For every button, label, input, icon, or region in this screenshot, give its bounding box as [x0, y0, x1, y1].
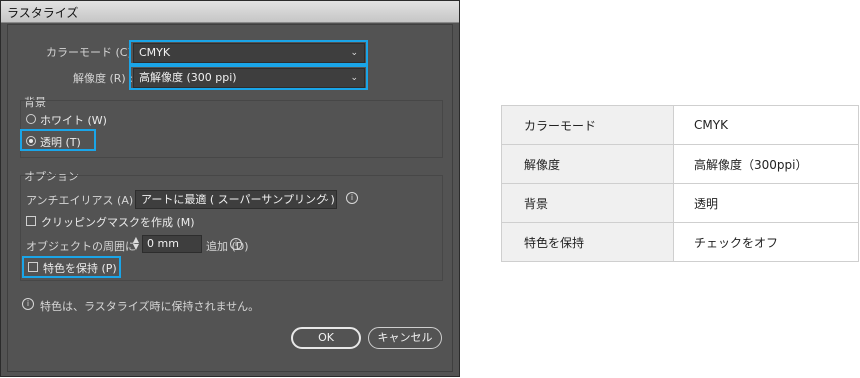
- table-key: カラーモード: [501, 105, 674, 145]
- info-icon: i: [22, 298, 34, 310]
- resolution-label: 解像度 (R) :: [73, 72, 133, 85]
- cancel-button[interactable]: キャンセル: [368, 327, 442, 349]
- table-key: 特色を保持: [501, 222, 674, 262]
- table-value: チェックをオフ: [673, 222, 859, 262]
- table-key: 背景: [501, 183, 674, 223]
- table-row: 解像度 高解像度（300ppi）: [501, 144, 859, 184]
- info-icon[interactable]: i: [230, 238, 242, 250]
- resolution-highlight: [129, 65, 368, 90]
- table-value: CMYK: [673, 105, 859, 145]
- stepper-arrows-icon[interactable]: ▲ ▼: [132, 236, 140, 251]
- antialias-select[interactable]: アートに最適 ( スーパーサンプリング ) ⌄: [135, 190, 337, 209]
- ok-button[interactable]: OK: [291, 327, 361, 349]
- padding-value: 0 mm: [147, 237, 179, 250]
- dialog-body: カラーモード (C) : CMYK ⌄ 解像度 (R) : 高解像度 (300 …: [7, 24, 453, 372]
- chevron-down-icon: ⌄: [322, 194, 330, 204]
- transparent-highlight: [20, 129, 96, 151]
- rasterize-dialog: ラスタライズ カラーモード (C) : CMYK ⌄ 解像度 (R) : 高解像…: [0, 0, 460, 377]
- clipping-mask-checkbox[interactable]: [26, 216, 36, 226]
- padding-suffix: 追加 (D): [206, 240, 249, 253]
- title-bar[interactable]: ラスタライズ: [1, 1, 459, 23]
- padding-label: オブジェクトの周囲に: [26, 240, 136, 253]
- table-key: 解像度: [501, 144, 674, 184]
- table-value: 高解像度（300ppi）: [673, 144, 859, 184]
- color-mode-highlight: [129, 40, 368, 65]
- color-mode-label: カラーモード (C) :: [46, 46, 139, 59]
- white-radio[interactable]: [26, 114, 36, 124]
- antialias-label: アンチエイリアス (A) :: [26, 194, 141, 207]
- padding-input[interactable]: 0 mm: [142, 235, 202, 253]
- spot-note: 特色は、ラスタライズ時に保持されません。: [40, 300, 260, 313]
- settings-table: カラーモード CMYK 解像度 高解像度（300ppi） 背景 透明 特色を保持…: [501, 105, 859, 262]
- info-icon[interactable]: i: [346, 192, 358, 204]
- table-row: 特色を保持 チェックをオフ: [501, 222, 859, 262]
- antialias-value: アートに最適 ( スーパーサンプリング ): [141, 193, 335, 206]
- table-row: 背景 透明: [501, 183, 859, 223]
- dialog-title: ラスタライズ: [7, 6, 79, 20]
- keep-spot-highlight: [22, 256, 121, 278]
- clipping-mask-label: クリッピングマスクを作成 (M): [41, 216, 195, 229]
- table-value: 透明: [673, 183, 859, 223]
- white-radio-label: ホワイト (W): [40, 114, 107, 127]
- table-row: カラーモード CMYK: [501, 105, 859, 145]
